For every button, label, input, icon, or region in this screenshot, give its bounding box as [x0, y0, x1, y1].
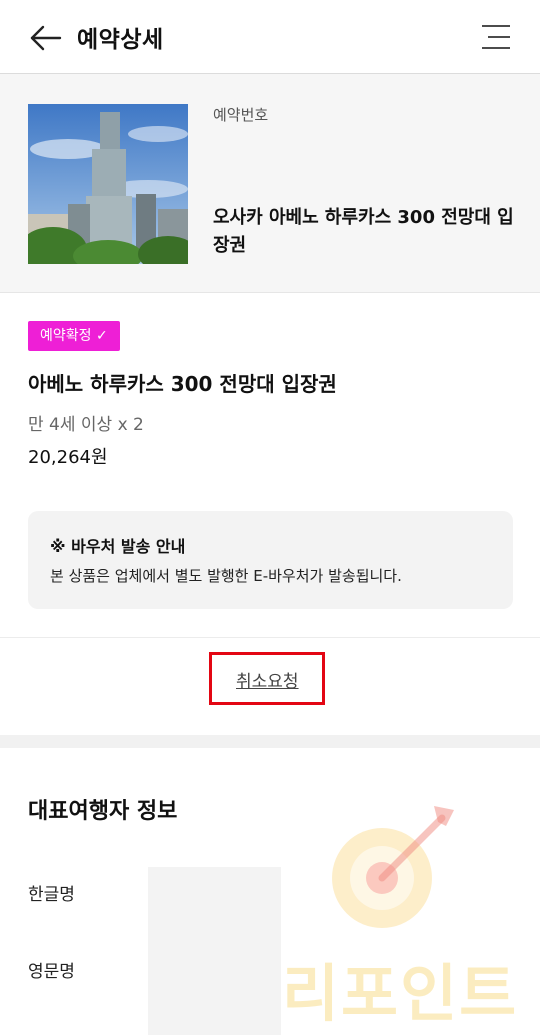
- product-name: 아베노 하루카스 300 전망대 입장권: [28, 372, 337, 396]
- notice-body: 본 상품은 업체에서 별도 발행한 E-바우처가 발송됩니다.: [50, 567, 402, 585]
- product-thumbnail: [28, 104, 188, 264]
- target-arrow-icon: [330, 800, 460, 930]
- divider: [0, 637, 540, 638]
- korean-name-label: 한글명: [28, 885, 75, 905]
- cancel-request-link[interactable]: 취소요청: [236, 667, 299, 692]
- product-price: 20,264원: [28, 447, 108, 468]
- notice-title: ※ 바우처 발송 안내: [50, 537, 186, 556]
- app-header: 예약상세: [0, 0, 540, 74]
- page-title: 예약상세: [77, 27, 164, 53]
- traveler-section-title: 대표여행자 정보: [28, 799, 178, 824]
- reservation-summary: 예약번호 오사카 아베노 하루카스 300 전망대 입장권: [0, 74, 540, 293]
- status-badge: 예약확정 ✓: [28, 321, 120, 351]
- product-option: 만 4세 이상 x 2: [28, 415, 144, 435]
- reservation-number-label: 예약번호: [213, 106, 269, 124]
- watermark-text: 리포인트: [282, 957, 519, 1030]
- english-name-label: 영문명: [28, 962, 75, 982]
- summary-product-title: 오사카 아베노 하루카스 300 전망대 입장권: [213, 207, 514, 256]
- hamburger-menu-icon: [482, 25, 510, 49]
- redacted-name-values: [148, 867, 281, 1035]
- menu-button[interactable]: [478, 20, 514, 56]
- voucher-notice: ※ 바우처 발송 안내 본 상품은 업체에서 별도 발행한 E-바우처가 발송됩…: [28, 511, 513, 609]
- section-separator: [0, 735, 540, 748]
- back-button[interactable]: [26, 18, 66, 58]
- arrow-left-icon: [30, 25, 62, 51]
